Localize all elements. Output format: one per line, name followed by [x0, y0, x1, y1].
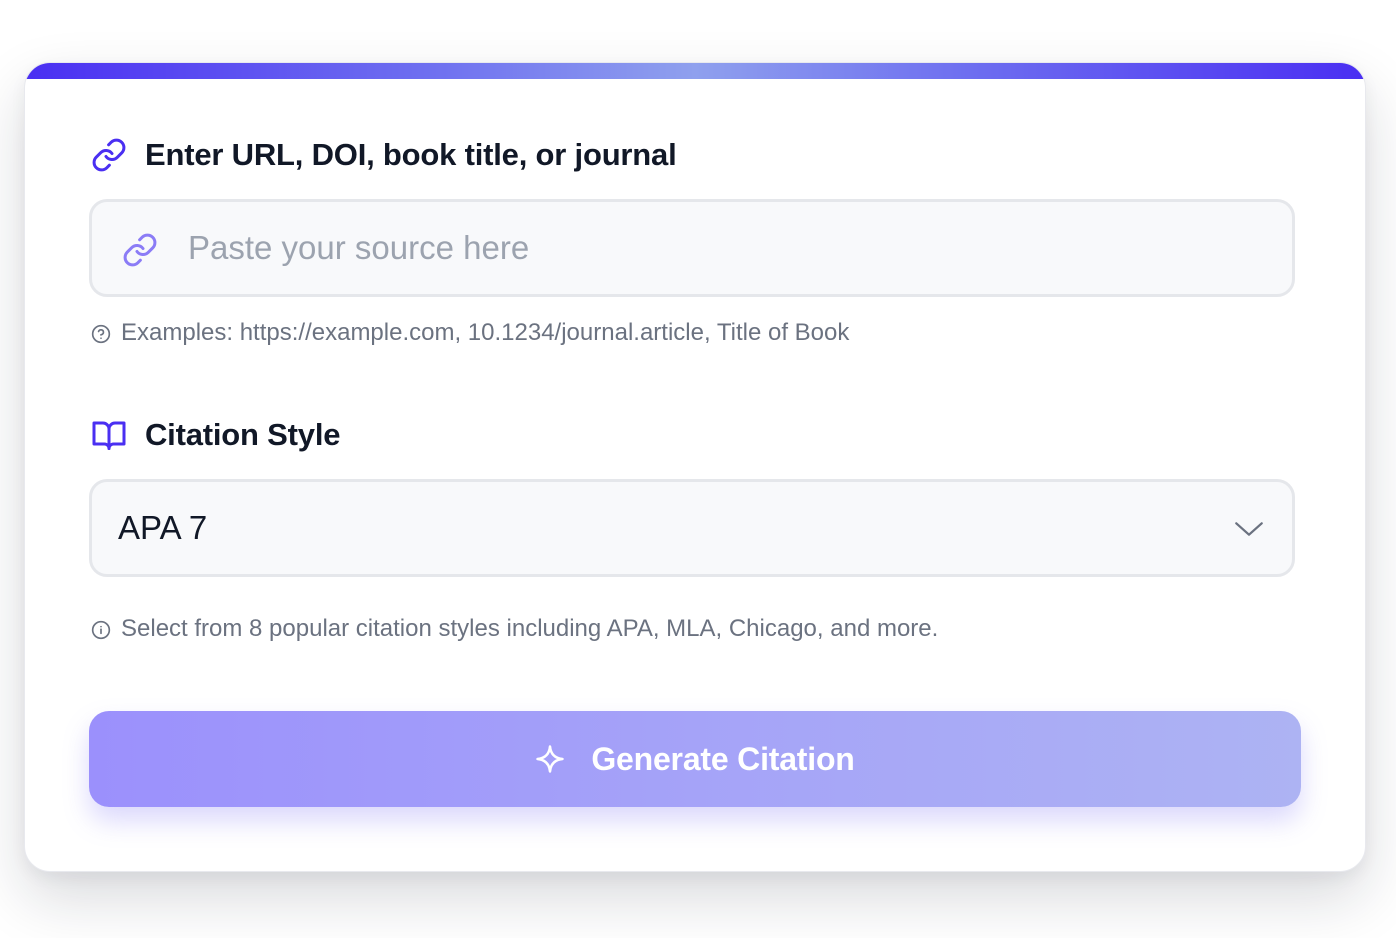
info-circle-icon	[91, 619, 111, 640]
link-icon	[91, 137, 127, 173]
source-input[interactable]	[188, 202, 1268, 294]
source-hint-text: Examples: https://example.com, 10.1234/j…	[121, 319, 850, 346]
style-hint: Select from 8 popular citation styles in…	[91, 615, 938, 643]
style-hint-text: Select from 8 popular citation styles in…	[121, 615, 939, 642]
source-hint: Examples: https://example.com, 10.1234/j…	[91, 319, 849, 347]
card-accent-bar	[25, 63, 1365, 79]
link-icon	[122, 232, 158, 268]
source-field-label-text: Enter URL, DOI, book title, or journal	[145, 137, 677, 172]
style-field-label: Citation Style	[91, 417, 340, 453]
citation-style-select[interactable]: APA 7	[89, 479, 1295, 577]
citation-style-selected-value: APA 7	[118, 509, 208, 546]
generate-citation-label: Generate Citation	[591, 740, 855, 777]
source-input-box[interactable]	[89, 199, 1295, 297]
page: Enter URL, DOI, book title, or journal P…	[0, 0, 1396, 938]
generate-citation-button[interactable]: Generate Citation	[89, 711, 1301, 807]
style-field-label-text: Citation Style	[145, 417, 341, 452]
citation-form-card: Enter URL, DOI, book title, or journal P…	[24, 62, 1366, 872]
sparkle-icon	[535, 744, 565, 774]
book-open-icon	[91, 417, 127, 453]
chevron-down-icon[interactable]	[1232, 512, 1266, 546]
source-field-label: Enter URL, DOI, book title, or journal	[91, 137, 677, 173]
help-circle-icon	[91, 323, 111, 344]
